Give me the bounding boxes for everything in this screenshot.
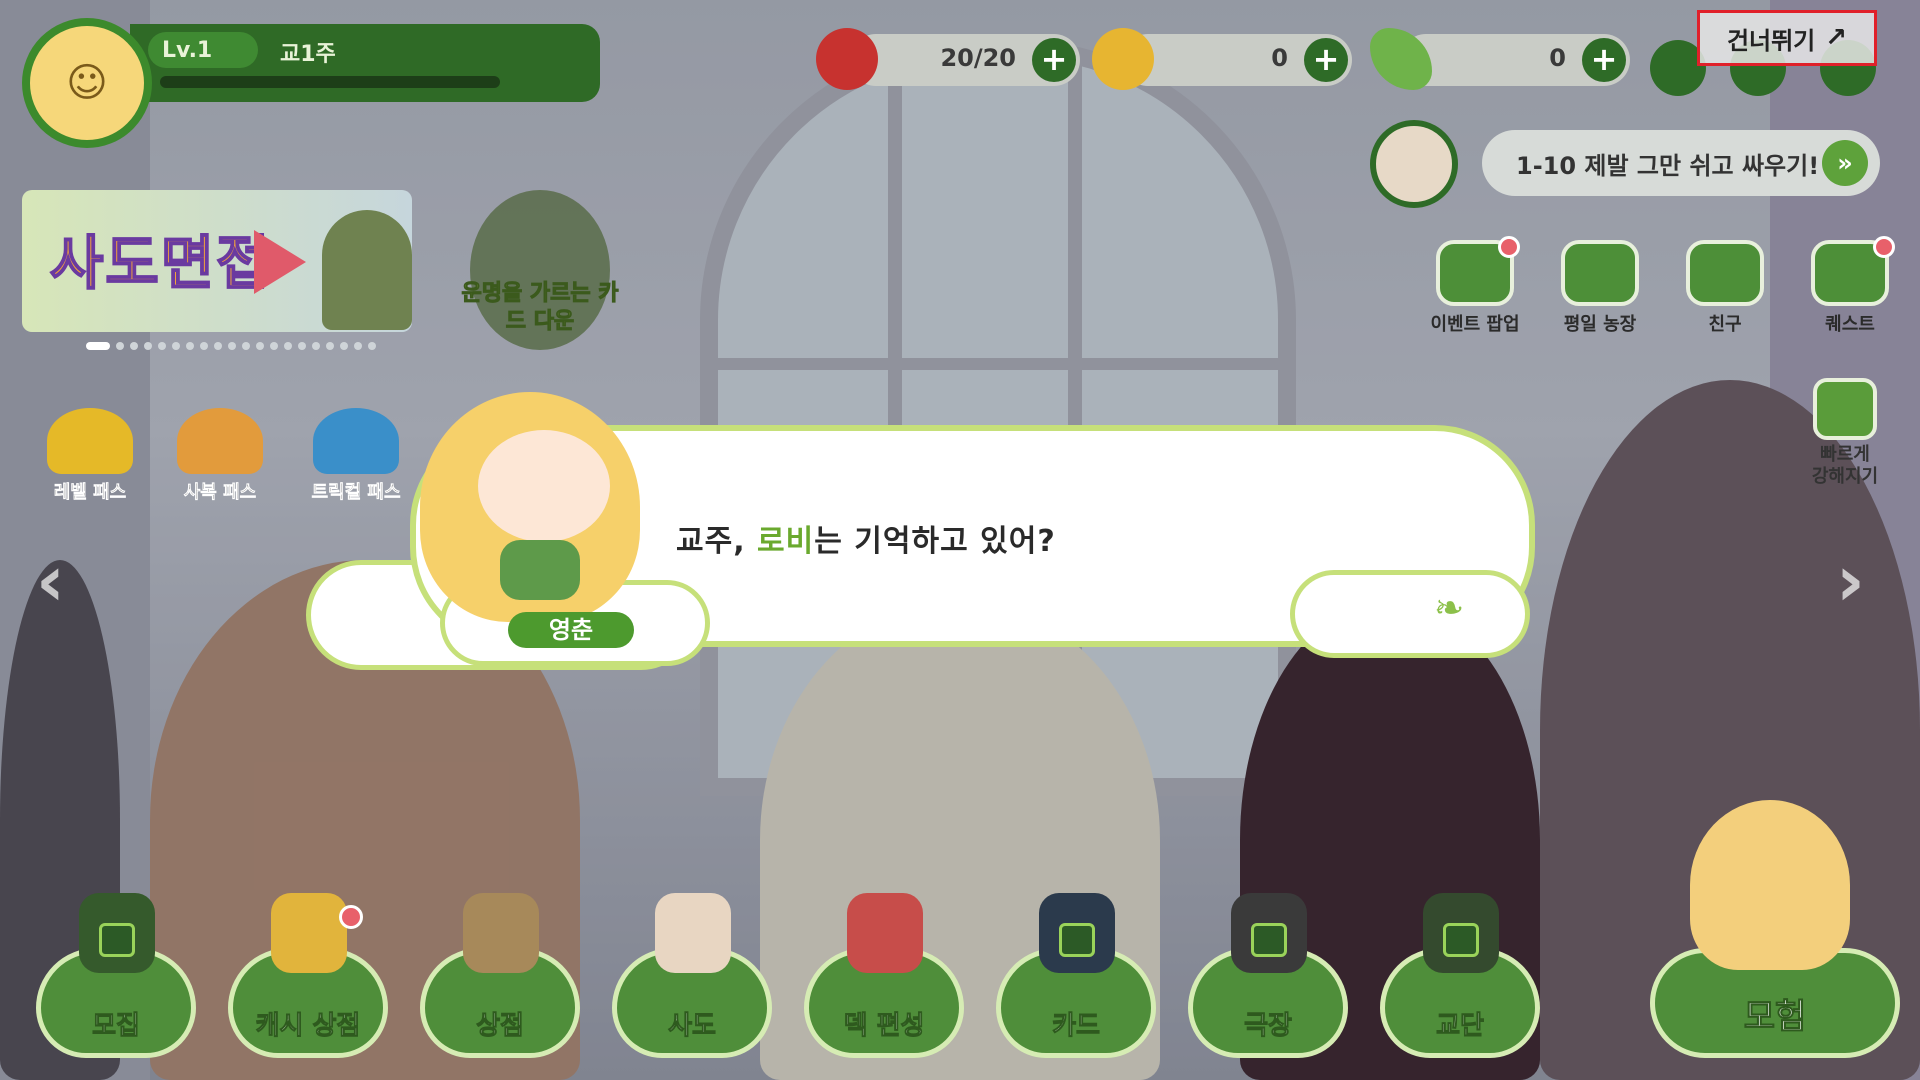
level-pass-label: 레벨 패스 [53,482,127,504]
grow-fast-label-2: 강해지기 [1811,466,1879,487]
event-popup-button[interactable]: 이벤트 팝업 [1420,236,1530,336]
quest-badge [1873,236,1895,258]
nav-card-label: 카드 [1052,1011,1101,1042]
speaker-face [478,430,610,542]
leaf-icon: ❧ [1434,588,1465,629]
stamina-value: 20/20 [940,44,1016,72]
trickcal-pass-button[interactable]: 트릭컬 패스 [296,408,416,504]
ticket-icon [313,408,399,474]
weekday-farm-button[interactable]: 평일 농장 [1545,240,1655,336]
quest-banner[interactable]: 1-10 제발 그만 쉬고 싸우기! » [1482,130,1880,196]
trickcal-pass-label: 트릭컬 패스 [311,482,401,504]
friends-label: 친구 [1708,314,1742,335]
lock-icon [1059,923,1095,957]
currency-stamina: 20/20 + [850,34,1080,86]
dialog-text-part2: 는 기억하고 있어? [814,524,1056,559]
nav-theater[interactable]: 극장 [1188,893,1348,1058]
level-pass-button[interactable]: 레벨 패스 [30,408,150,504]
sunflower-icon [47,408,133,474]
nav-deck[interactable]: 덱 편성 [804,893,964,1058]
nav-card[interactable]: 카드 [996,893,1156,1058]
grow-fast-label-1: 빠르게 [1820,444,1870,465]
cash-shop-badge [339,905,363,929]
weekday-farm-label: 평일 농장 [1563,314,1637,335]
nav-order-label: 교단 [1436,1011,1485,1042]
dialog-cloud-right [1290,570,1530,658]
red-orb-icon [816,28,878,90]
skip-button[interactable]: 건너뛰기 ↗ [1697,10,1877,66]
level-badge: Lv.1 [148,32,258,68]
currency-gem: 0 + [1400,34,1630,86]
nav-recruit[interactable]: 모집 [36,893,196,1058]
outfit-pass-button[interactable]: 사복 패스 [160,408,280,504]
gold-leaf-coin-icon [1092,28,1154,90]
quest-character-avatar [1370,120,1458,208]
chevron-left-icon[interactable]: ‹ [36,540,65,622]
adventure-character-icon [1690,800,1850,970]
banner-pagination [86,342,376,350]
quest-text: 1-10 제발 그만 쉬고 싸우기! [1516,151,1820,180]
quest-label: 퀘스트 [1825,314,1875,335]
outfit-pass-label: 사복 패스 [183,482,257,504]
player-name: 교1주 [280,42,336,67]
avatar-face-icon: ☺ [66,60,108,106]
friends-icon [1686,240,1764,306]
cash-shop-icon [271,893,347,973]
farm-icon [1561,240,1639,306]
exp-bar [160,76,500,88]
lock-icon [99,923,135,957]
nav-apostle[interactable]: 사도 [612,893,772,1058]
shop-coin-icon [463,893,539,973]
dialog-highlight-word: 로비 [757,524,815,559]
tv-sprout-icon [1813,378,1877,440]
nav-recruit-label: 모집 [92,1011,141,1042]
event-character-art [322,210,412,330]
event-popup-label: 이벤트 팝업 [1430,314,1520,335]
event-popup-badge [1498,236,1520,258]
lock-icon [1443,923,1479,957]
nav-shop-label: 상점 [476,1011,525,1042]
banner-arrow-icon [254,230,306,294]
profile-bar[interactable]: Lv.1 교1주 [130,24,600,102]
nav-shop[interactable]: 상점 [420,893,580,1058]
dialog-text-part1: 교주, [676,524,758,559]
add-gem-button[interactable]: + [1582,38,1626,82]
add-gold-button[interactable]: + [1304,38,1348,82]
event-banner[interactable]: 사도면접 [22,190,412,332]
friends-button[interactable]: 친구 [1670,240,1780,336]
event-banner-title: 사도면접 [49,228,272,298]
gift-bag-icon [177,408,263,474]
skip-label: 건너뛰기 [1726,26,1816,55]
dialog-text: 교주, 로비는 기억하고 있어? [676,516,1056,560]
nav-order[interactable]: 교단 [1380,893,1540,1058]
nav-theater-label: 극장 [1244,1011,1293,1042]
speaker-name-tag: 영춘 [508,612,634,648]
arrow-skip-icon: ↗ [1825,23,1848,53]
nav-cash-shop-label: 캐시 상점 [255,1011,361,1042]
lock-icon [1251,923,1287,957]
nav-deck-label: 덱 편성 [843,1011,925,1042]
apostle-icon [655,893,731,973]
adventure-label: 모험 [1743,997,1807,1038]
chevron-right-icon[interactable]: › [1836,540,1865,622]
gem-value: 0 [1549,44,1566,72]
currency-gold: 0 + [1122,34,1352,86]
crossed-swords-icon [847,893,923,973]
profile-avatar[interactable]: ☺ [22,18,152,148]
double-chevron-right-icon[interactable]: » [1822,140,1868,186]
nav-cash-shop[interactable]: 캐시 상점 [228,893,388,1058]
add-stamina-button[interactable]: + [1032,38,1076,82]
fortune-banner-text: 운명을 가르는 카드 다운 [461,281,619,335]
nav-apostle-label: 사도 [668,1011,717,1042]
gold-value: 0 [1271,44,1288,72]
speaker-body [500,540,580,600]
quest-button[interactable]: 퀘스트 [1795,236,1905,336]
grow-fast-button[interactable]: 빠르게 강해지기 [1790,378,1900,488]
